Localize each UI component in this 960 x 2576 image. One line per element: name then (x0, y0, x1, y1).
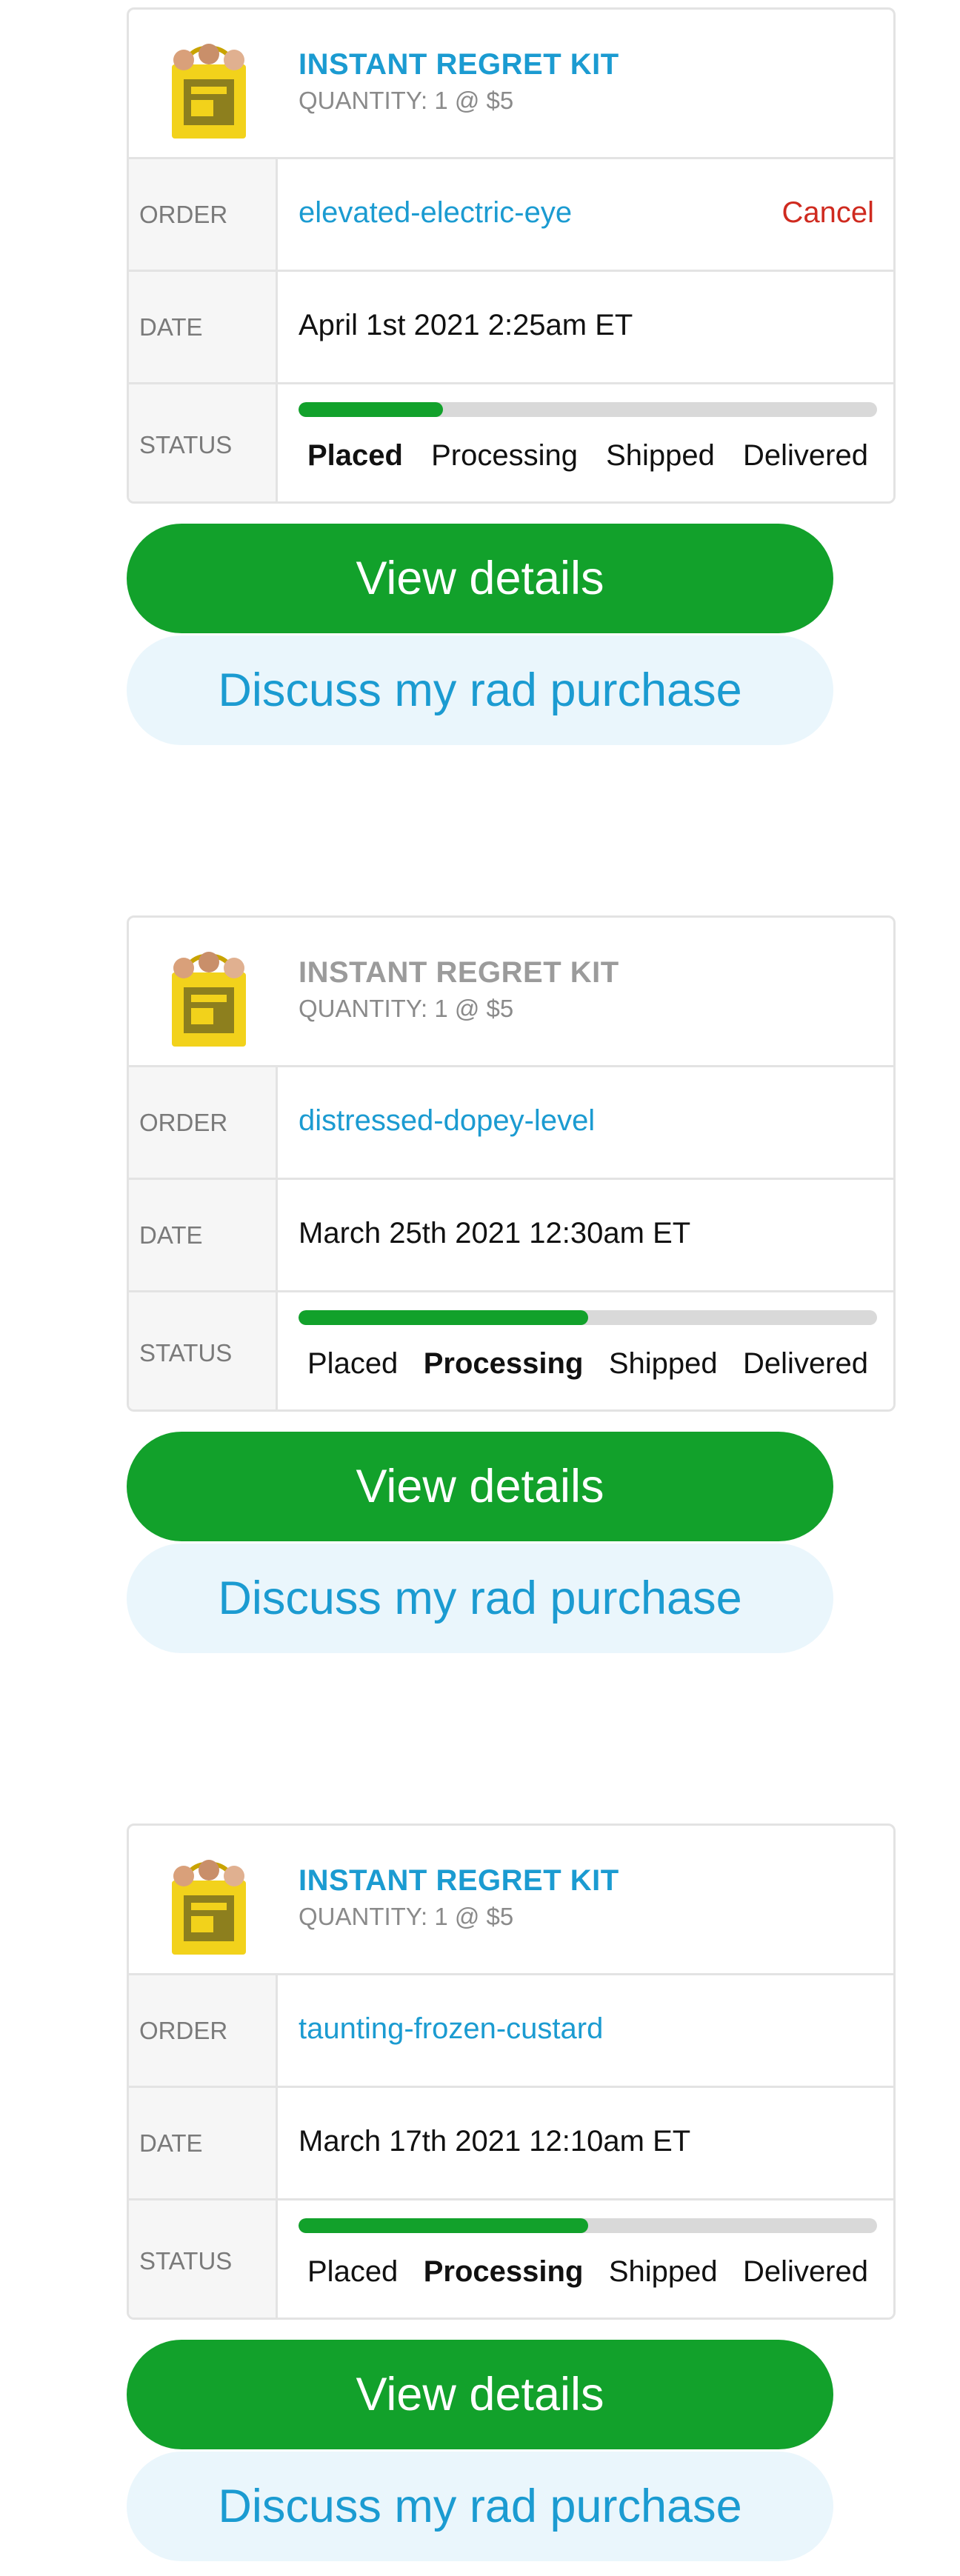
date-label: DATE (129, 272, 278, 382)
yellow-tote-bag-icon (172, 952, 246, 1047)
status-progress-bar (299, 402, 877, 417)
product-title: INSTANT REGRET KIT (299, 48, 619, 81)
order-id-link[interactable]: distressed-dopey-level (299, 1104, 595, 1138)
date-label: DATE (129, 1180, 278, 1290)
product-quantity: QUANTITY: 1 @ $5 (299, 87, 514, 114)
product-title: INSTANT REGRET KIT (299, 956, 619, 989)
order-date: April 1st 2021 2:25am ET (299, 309, 633, 341)
status-steps: Placed Processing Shipped Delivered (299, 2255, 877, 2289)
step-delivered: Delivered (743, 1347, 868, 1380)
status-progress-fill (299, 2218, 588, 2233)
order-card: INSTANT REGRET KIT QUANTITY: 1 @ $5 ORDE… (127, 1823, 896, 2320)
order-row: ORDER taunting-frozen-custard (129, 1975, 893, 2088)
status-row: STATUS Placed Processing Shipped Deliver… (129, 384, 893, 501)
date-label: DATE (129, 2088, 278, 2198)
status-progress-bar (299, 2218, 877, 2233)
yellow-tote-bag-icon (172, 44, 246, 139)
step-delivered: Delivered (743, 2255, 868, 2288)
date-row: DATE April 1st 2021 2:25am ET (129, 272, 893, 384)
status-progress-fill (299, 402, 444, 417)
order-card: INSTANT REGRET KIT QUANTITY: 1 @ $5 ORDE… (127, 7, 896, 504)
status-row: STATUS Placed Processing Shipped Deliver… (129, 2200, 893, 2318)
step-placed: Placed (307, 439, 403, 472)
discuss-purchase-button[interactable]: Discuss my rad purchase (127, 635, 833, 745)
yellow-tote-bag-icon (172, 1860, 246, 1955)
discuss-purchase-button[interactable]: Discuss my rad purchase (127, 1544, 833, 1653)
status-steps: Placed Processing Shipped Delivered (299, 1347, 877, 1381)
discuss-purchase-button[interactable]: Discuss my rad purchase (127, 2452, 833, 2561)
step-delivered: Delivered (743, 439, 868, 472)
order-id-link[interactable]: taunting-frozen-custard (299, 2012, 603, 2046)
order-date: March 17th 2021 12:10am ET (299, 2125, 691, 2158)
date-row: DATE March 25th 2021 12:30am ET (129, 1180, 893, 1292)
status-label: STATUS (129, 1292, 278, 1409)
view-details-button[interactable]: View details (127, 1432, 833, 1541)
product-title: INSTANT REGRET KIT (299, 1864, 619, 1897)
step-processing: Processing (423, 2255, 584, 2288)
status-row: STATUS Placed Processing Shipped Deliver… (129, 1292, 893, 1409)
order-date: March 25th 2021 12:30am ET (299, 1217, 691, 1249)
step-placed: Placed (307, 1347, 399, 1380)
step-shipped: Shipped (608, 1347, 718, 1380)
order-label: ORDER (129, 159, 278, 270)
step-processing: Processing (423, 1347, 584, 1380)
order-row: ORDER distressed-dopey-level (129, 1067, 893, 1180)
status-progress-fill (299, 1310, 588, 1325)
step-processing: Processing (431, 439, 578, 472)
product-row: INSTANT REGRET KIT QUANTITY: 1 @ $5 (129, 918, 893, 1067)
step-shipped: Shipped (606, 439, 715, 472)
cancel-order-link[interactable]: Cancel (781, 196, 874, 230)
product-quantity: QUANTITY: 1 @ $5 (299, 1903, 514, 1930)
status-label: STATUS (129, 2200, 278, 2318)
status-label: STATUS (129, 384, 278, 501)
product-row: INSTANT REGRET KIT QUANTITY: 1 @ $5 (129, 10, 893, 159)
order-row: ORDER elevated-electric-eye Cancel (129, 159, 893, 272)
order-label: ORDER (129, 1067, 278, 1178)
step-shipped: Shipped (608, 2255, 718, 2288)
date-row: DATE March 17th 2021 12:10am ET (129, 2088, 893, 2200)
view-details-button[interactable]: View details (127, 2340, 833, 2449)
order-id-link[interactable]: elevated-electric-eye (299, 196, 572, 230)
step-placed: Placed (307, 2255, 399, 2288)
product-quantity: QUANTITY: 1 @ $5 (299, 995, 514, 1022)
view-details-button[interactable]: View details (127, 524, 833, 633)
order-label: ORDER (129, 1975, 278, 2086)
status-progress-bar (299, 1310, 877, 1325)
order-card: INSTANT REGRET KIT QUANTITY: 1 @ $5 ORDE… (127, 915, 896, 1412)
product-row: INSTANT REGRET KIT QUANTITY: 1 @ $5 (129, 1826, 893, 1975)
status-steps: Placed Processing Shipped Delivered (299, 439, 877, 473)
